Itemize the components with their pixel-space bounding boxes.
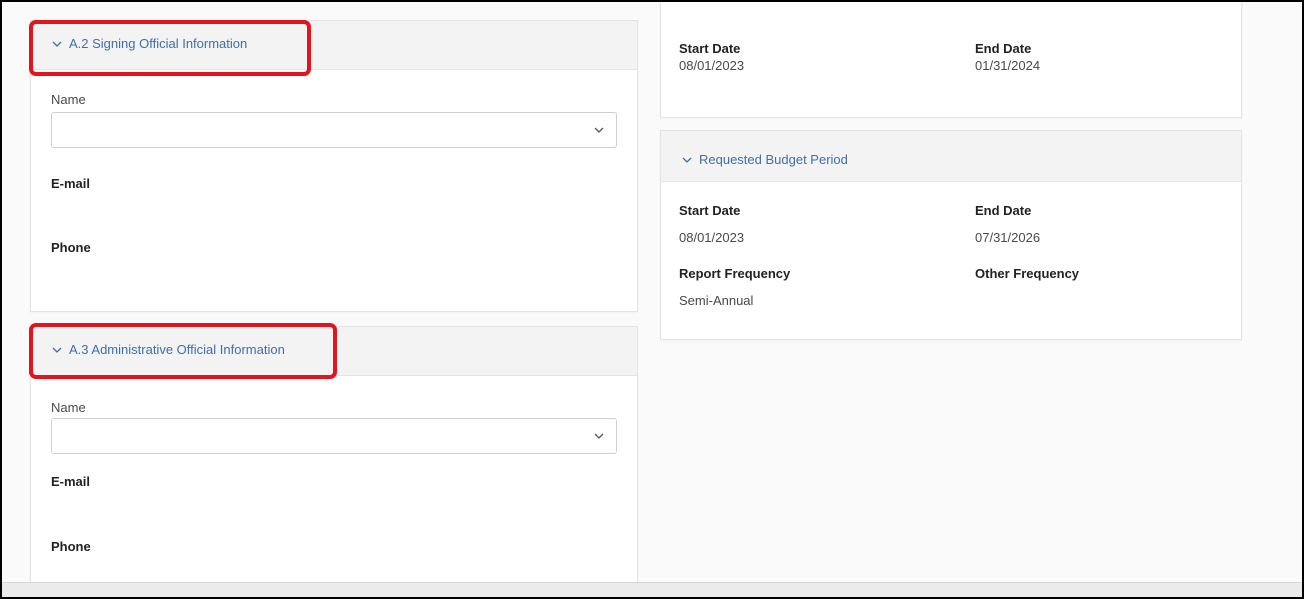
chevron-down-icon xyxy=(52,41,62,47)
budget-period-toggle[interactable]: Requested Budget Period xyxy=(681,152,848,167)
budget-period-header[interactable]: Requested Budget Period xyxy=(661,131,1241,182)
signing-official-toggle[interactable]: A.2 Signing Official Information xyxy=(51,36,247,51)
budget-period-card: Requested Budget Period Start Date 08/01… xyxy=(660,130,1242,340)
admin-email-label: E-mail xyxy=(51,474,91,489)
budget-period-title: Requested Budget Period xyxy=(699,152,848,167)
admin-official-card: A.3 Administrative Official Information … xyxy=(30,326,638,597)
project-end-value: 01/31/2024 xyxy=(975,58,1041,73)
other-frequency-label: Other Frequency xyxy=(975,266,1080,281)
project-start-label: Start Date xyxy=(679,41,741,56)
chevron-down-icon xyxy=(682,157,692,163)
budget-start-label: Start Date xyxy=(679,203,741,218)
budget-end-label: End Date xyxy=(975,203,1032,218)
signing-phone-label: Phone xyxy=(51,240,91,255)
page-frame: A.2 Signing Official Information Name E-… xyxy=(0,0,1304,599)
admin-phone-label: Phone xyxy=(51,539,91,554)
admin-name-label: Name xyxy=(51,400,86,415)
chevron-down-icon xyxy=(52,347,62,353)
report-frequency-label: Report Frequency xyxy=(679,266,791,281)
admin-name-select[interactable] xyxy=(51,418,617,454)
signing-name-label: Name xyxy=(51,92,86,107)
dropdown-caret-icon xyxy=(594,433,604,439)
project-end-label: End Date xyxy=(975,41,1032,56)
admin-official-header[interactable]: A.3 Administrative Official Information xyxy=(31,327,637,376)
signing-official-title: A.2 Signing Official Information xyxy=(69,36,248,51)
dropdown-caret-icon xyxy=(594,127,604,133)
admin-official-title: A.3 Administrative Official Information xyxy=(69,342,285,357)
budget-end-value: 07/31/2026 xyxy=(975,230,1041,245)
signing-official-header[interactable]: A.2 Signing Official Information xyxy=(31,21,637,70)
bottom-scroll-strip xyxy=(2,582,1302,597)
project-start-value: 08/01/2023 xyxy=(679,58,745,73)
signing-email-label: E-mail xyxy=(51,176,91,191)
signing-official-card: A.2 Signing Official Information Name E-… xyxy=(30,20,638,312)
report-frequency-value: Semi-Annual xyxy=(679,293,754,308)
budget-start-value: 08/01/2023 xyxy=(679,230,745,245)
admin-official-toggle[interactable]: A.3 Administrative Official Information xyxy=(51,342,285,357)
signing-name-select[interactable] xyxy=(51,112,617,148)
project-period-card: Start Date 08/01/2023 End Date 01/31/202… xyxy=(660,2,1242,118)
